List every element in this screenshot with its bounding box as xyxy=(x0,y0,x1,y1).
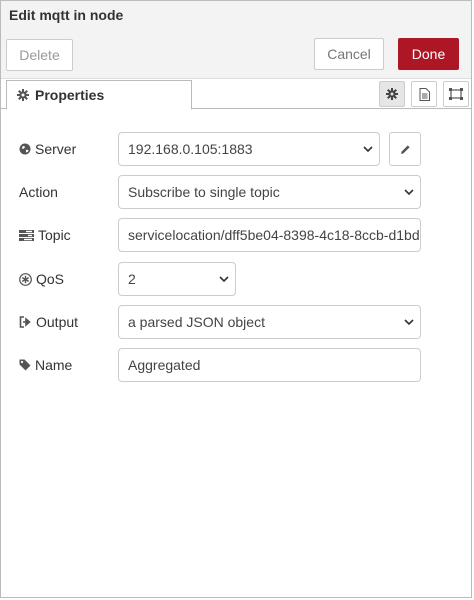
tasks-icon xyxy=(19,229,34,241)
topic-label: Topic xyxy=(19,218,71,252)
tab-properties[interactable]: Properties xyxy=(6,80,192,110)
chevron-down-icon xyxy=(363,146,373,153)
action-row: Action Subscribe to single topic xyxy=(19,175,459,209)
tag-icon xyxy=(19,359,31,371)
tray-toolbar: Delete Cancel Done xyxy=(1,30,471,79)
chevron-down-icon xyxy=(404,319,414,326)
settings-button[interactable] xyxy=(379,81,405,107)
globe-icon xyxy=(19,143,31,155)
action-label: Action xyxy=(19,184,58,200)
tab-bar: Properties xyxy=(1,79,471,110)
pencil-icon xyxy=(400,144,410,154)
server-row: Server 192.168.0.105:1883 xyxy=(19,132,459,166)
gear-icon xyxy=(386,88,398,100)
tray-header: Edit mqtt in node xyxy=(1,1,471,30)
server-select[interactable]: 192.168.0.105:1883 xyxy=(118,132,380,166)
topic-input[interactable]: servicelocation/dff5be04-8398-4c18-8ccb-… xyxy=(118,218,421,252)
delete-button[interactable]: Delete xyxy=(6,39,73,71)
server-label: Server xyxy=(19,132,76,166)
output-label: Output xyxy=(19,305,78,339)
sign-out-icon xyxy=(19,316,31,328)
qos-row: QoS 2 xyxy=(19,262,459,296)
chevron-down-icon xyxy=(219,276,229,283)
frame-icon xyxy=(449,88,463,100)
edit-node-tray: Edit mqtt in node Delete Cancel Done Pro… xyxy=(0,0,472,598)
name-input[interactable]: Aggregated xyxy=(118,348,421,382)
name-label: Name xyxy=(19,348,72,382)
tray-title: Edit mqtt in node xyxy=(9,7,124,23)
output-row: Output a parsed JSON object xyxy=(19,305,459,339)
edit-server-button[interactable] xyxy=(389,132,421,166)
action-select[interactable]: Subscribe to single topic xyxy=(118,175,421,209)
qos-select[interactable]: 2 xyxy=(118,262,236,296)
topic-row: Topic servicelocation/dff5be04-8398-4c18… xyxy=(19,218,459,252)
qos-label: QoS xyxy=(19,262,64,296)
asterisk-icon xyxy=(19,272,32,286)
appearance-button[interactable] xyxy=(443,81,469,107)
done-button[interactable]: Done xyxy=(398,38,459,70)
document-icon xyxy=(419,87,430,101)
chevron-down-icon xyxy=(404,189,414,196)
name-row: Name Aggregated xyxy=(19,348,459,382)
gear-icon xyxy=(17,89,29,101)
tab-properties-label: Properties xyxy=(35,87,105,103)
output-select[interactable]: a parsed JSON object xyxy=(118,305,421,339)
description-button[interactable] xyxy=(411,81,437,107)
cancel-button[interactable]: Cancel xyxy=(314,38,384,70)
